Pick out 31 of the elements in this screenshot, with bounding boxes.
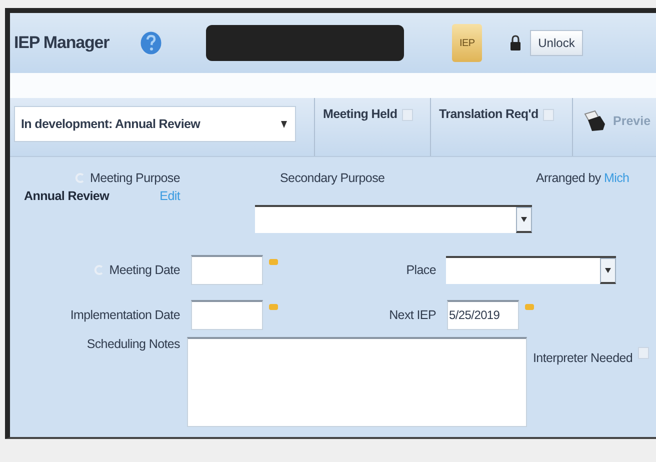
date-field[interactable]	[191, 254, 263, 284]
printer-icon	[583, 110, 607, 132]
checkbox[interactable]	[543, 109, 554, 121]
help-icon[interactable]	[139, 30, 164, 56]
caret-icon	[281, 120, 287, 128]
status-dropdown[interactable]: In development: Annual Review	[14, 106, 296, 142]
lock-icon	[510, 35, 522, 51]
field-label: Next IEP	[388, 308, 436, 322]
field-label: Meeting Purpose	[90, 171, 180, 185]
folder-icon[interactable]: IEP	[452, 24, 482, 62]
arranged-by-text: Arranged by Mich	[536, 171, 630, 185]
field-label: Implementation Date	[69, 308, 180, 322]
checkbox[interactable]	[402, 109, 414, 121]
secondary-purpose-dropdown[interactable]	[255, 205, 532, 233]
field-label: Secondary Purpose	[280, 171, 386, 185]
field-label: Interpreter Needed	[533, 351, 633, 365]
field-label: Scheduling Notes	[86, 337, 180, 351]
option-label: Meeting Held	[323, 107, 398, 121]
date-field[interactable]	[191, 300, 263, 330]
checkbox[interactable]	[638, 347, 649, 359]
date-field[interactable]: 5/25/2019	[447, 300, 519, 330]
place-dropdown[interactable]	[446, 256, 616, 284]
caret-icon	[516, 207, 532, 233]
option-label: Translation Req'd	[439, 107, 538, 121]
purpose-value: Annual Review	[24, 189, 110, 203]
field-label: Meeting Date	[109, 262, 180, 276]
app-title: IEP Manager	[14, 33, 110, 53]
unlock-button[interactable]: Unlock	[530, 30, 583, 56]
field-label: Place	[405, 262, 436, 276]
notes-field[interactable]	[187, 337, 527, 427]
caret-icon	[600, 258, 616, 284]
